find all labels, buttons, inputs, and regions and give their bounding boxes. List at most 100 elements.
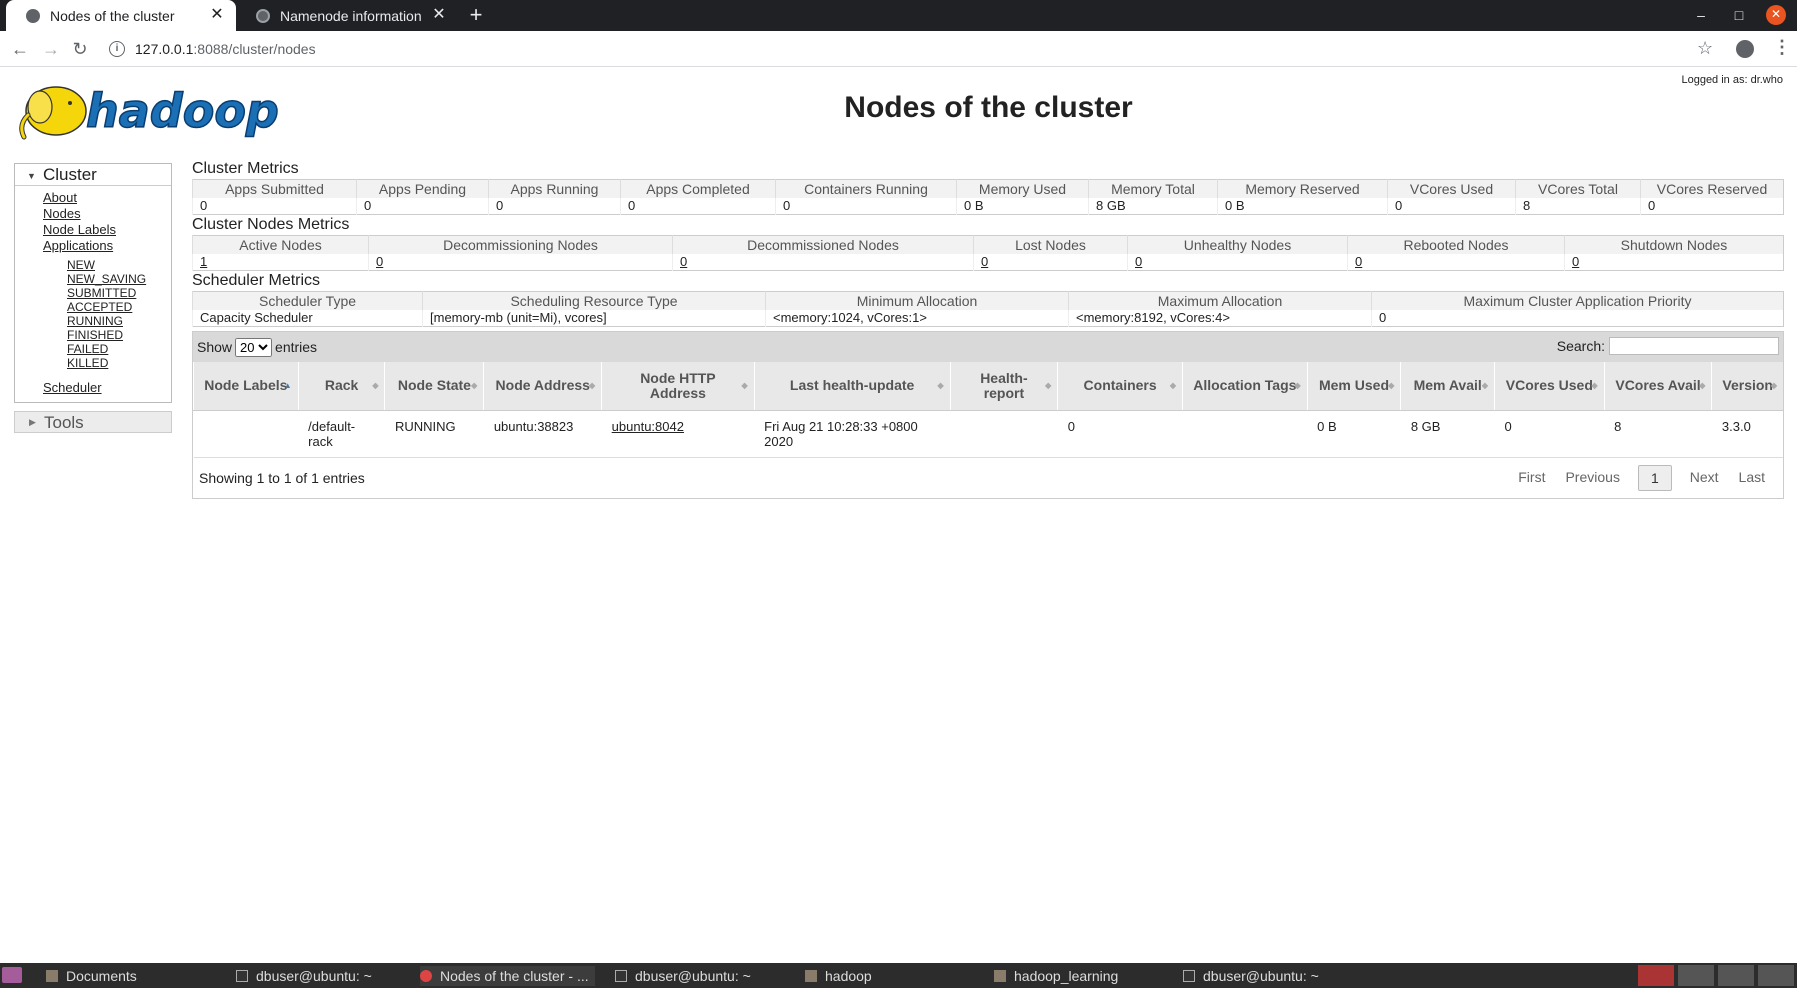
header-cell: Memory Total [1088,179,1218,198]
pager-last-button[interactable]: Last [1729,465,1775,491]
column-header-rack[interactable]: Rack ◆ [297,362,385,411]
unhealthy-nodes-link[interactable]: 0 [1135,254,1142,269]
rebooted-nodes-link[interactable]: 0 [1355,254,1362,269]
tools-nav-header[interactable]: ▶ Tools [14,411,172,433]
cluster-nodes-metrics-table: Active Nodes Decommissioning Nodes Decom… [192,235,1784,271]
search-box: Search: [1557,337,1779,355]
column-header-last-health-update[interactable]: Last health-update ◆ [753,362,951,411]
tab-close-icon[interactable]: ✕ [208,6,226,24]
sort-icon: ◆ [1169,381,1176,390]
show-desktop-icon[interactable] [2,967,22,983]
taskbar-item-terminal-2[interactable]: dbuser@ubuntu: ~ [615,966,751,986]
taskbar-item-hadoop[interactable]: hadoop [805,966,872,986]
active-nodes-link[interactable]: 1 [200,254,207,269]
metric-value: 0 [775,197,957,215]
header-cell: Apps Pending [356,179,489,198]
node-state-cell: RUNNING [384,410,484,458]
tab-nodes-of-the-cluster[interactable]: Nodes of the cluster ✕ [6,0,236,31]
pager-previous-button[interactable]: Previous [1555,465,1629,491]
forward-arrow-icon[interactable]: → [39,37,63,61]
table-row: /default-rack RUNNING ubuntu:38823 ubunt… [193,410,1783,458]
workspace-2-icon[interactable] [1678,965,1714,986]
profile-icon[interactable] [1736,40,1754,58]
decommissioned-nodes-link[interactable]: 0 [680,254,687,269]
tab-namenode-information[interactable]: Namenode information ✕ [236,0,452,31]
header-cell: Memory Used [956,179,1089,198]
taskbar-item-hadoop-learning[interactable]: hadoop_learning [994,966,1118,986]
nav-link-app-new[interactable]: NEW [67,258,171,272]
workspace-4-icon[interactable] [1758,965,1794,986]
pager-current-page[interactable]: 1 [1637,464,1672,491]
desktop-taskbar: Documents dbuser@ubuntu: ~ Nodes of the … [0,963,1797,988]
metric-value: 0 [1387,197,1516,215]
column-header-node-http-address[interactable]: Node HTTP Address ◆ [601,362,755,411]
header-cell: Scheduler Type [192,291,423,310]
datatable-controls: Show 20 entries Search: [193,332,1783,362]
nav-link-app-accepted[interactable]: ACCEPTED [67,300,171,314]
version-cell: 3.3.0 [1711,410,1783,458]
nav-link-node-labels[interactable]: Node Labels [43,222,171,238]
taskbar-item-terminal-1[interactable]: dbuser@ubuntu: ~ [236,966,372,986]
column-header-version[interactable]: Version ◆ [1711,362,1783,411]
column-header-mem-avail[interactable]: Mem Avail ◆ [1400,362,1495,411]
workspace-1-icon[interactable] [1638,965,1674,986]
shutdown-nodes-link[interactable]: 0 [1572,254,1579,269]
header-cell: Maximum Cluster Application Priority [1371,291,1784,310]
maximize-icon[interactable]: □ [1727,4,1751,28]
taskbar-item-documents[interactable]: Documents [46,966,137,986]
nav-link-nodes[interactable]: Nodes [43,206,171,222]
nav-link-app-failed[interactable]: FAILED [67,342,171,356]
nav-link-app-finished[interactable]: FINISHED [67,328,171,342]
menu-kebab-icon[interactable]: ⋮ [1773,37,1791,58]
cluster-nav-header[interactable]: ▼ Cluster [15,164,171,186]
node-http-address-link[interactable]: ubuntu:8042 [612,419,684,434]
column-header-node-state[interactable]: Node State ◆ [384,362,484,411]
scheduler-metrics-title: Scheduler Metrics [192,272,321,289]
reload-icon[interactable]: ↻ [68,37,92,61]
column-header-allocation-tags[interactable]: Allocation Tags ◆ [1181,362,1308,411]
nav-link-app-new-saving[interactable]: NEW_SAVING [67,272,171,286]
address-bar[interactable]: i 127.0.0.1:8088/cluster/nodes [101,35,1741,63]
workspace-3-icon[interactable] [1718,965,1754,986]
back-arrow-icon[interactable]: ← [8,37,32,61]
nav-link-about[interactable]: About [43,190,171,206]
info-icon[interactable]: i [109,41,125,57]
metric-value: 0 B [956,197,1089,215]
decommissioning-nodes-link[interactable]: 0 [376,254,383,269]
bookmark-star-icon[interactable]: ☆ [1697,38,1713,59]
cluster-nodes-metrics-title: Cluster Nodes Metrics [192,216,350,233]
terminal-icon [236,970,248,982]
taskbar-item-chrome[interactable]: Nodes of the cluster - ... [420,966,595,986]
tab-close-icon[interactable]: ✕ [430,6,448,24]
rack-cell: /default-rack [298,410,385,458]
column-header-vcores-avail[interactable]: VCores Avail ◆ [1603,362,1712,411]
logged-in-user: Logged in as: dr.who [1681,74,1783,86]
column-header-health-report[interactable]: Health-report ◆ [949,362,1058,411]
pager-next-button[interactable]: Next [1680,465,1729,491]
column-header-containers[interactable]: Containers ◆ [1057,362,1183,411]
metric-value: 8 GB [1088,197,1218,215]
taskbar-item-terminal-3[interactable]: dbuser@ubuntu: ~ [1183,966,1319,986]
page-size-select[interactable]: 20 [235,337,273,357]
metric-value: 0 [356,197,489,215]
pagination: First Previous 1 Next Last [1508,464,1775,491]
new-tab-button[interactable]: + [463,3,489,29]
window-close-icon[interactable]: ✕ [1766,5,1786,25]
containers-cell: 0 [1057,410,1183,458]
metric-value: 0 [1640,197,1784,215]
nav-link-applications[interactable]: Applications [43,238,171,254]
globe-icon [26,8,40,23]
column-header-node-address[interactable]: Node Address ◆ [483,362,602,411]
column-header-vcores-used[interactable]: VCores Used ◆ [1494,362,1605,411]
minimize-icon[interactable]: – [1689,4,1713,28]
nav-link-app-killed[interactable]: KILLED [67,356,171,370]
nav-link-app-submitted[interactable]: SUBMITTED [67,286,171,300]
lost-nodes-link[interactable]: 0 [981,254,988,269]
nav-link-scheduler[interactable]: Scheduler [43,380,171,396]
nav-link-app-running[interactable]: RUNNING [67,314,171,328]
cluster-nav-section: ▼ Cluster About Nodes Node Labels Applic… [14,163,172,403]
pager-first-button[interactable]: First [1508,465,1555,491]
column-header-node-labels[interactable]: Node Labels ▲ [193,362,299,411]
search-input[interactable] [1609,337,1779,355]
column-header-mem-used[interactable]: Mem Used ◆ [1306,362,1401,411]
